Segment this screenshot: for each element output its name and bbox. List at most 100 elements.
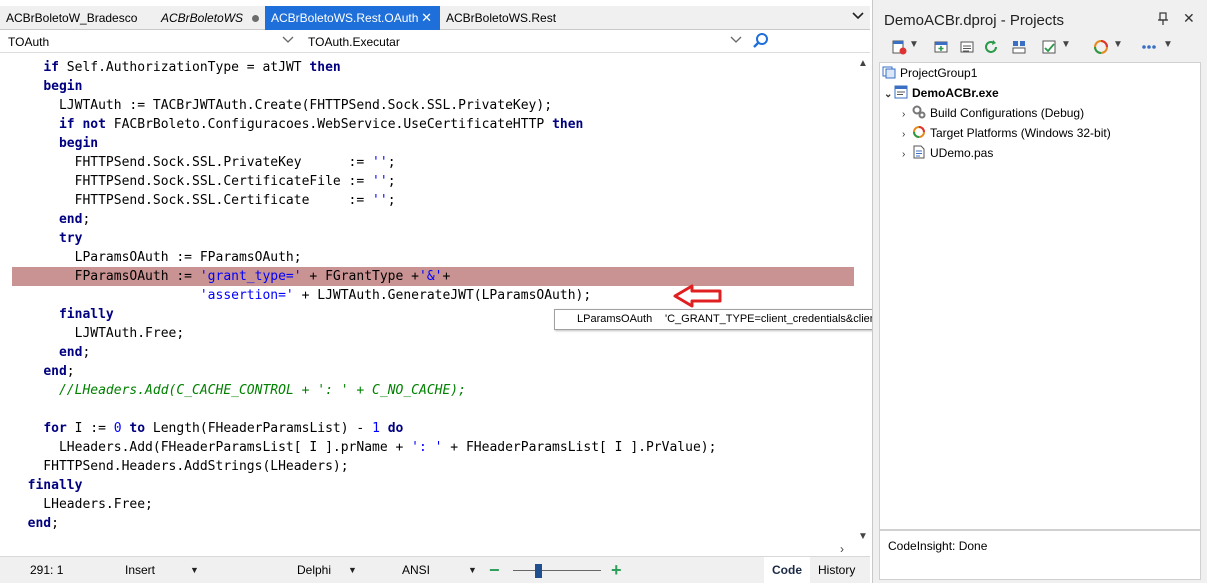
tree-node-project-group[interactable]: ProjectGroup1 — [882, 63, 977, 83]
tab-label: ACBrBoletoWS — [161, 11, 244, 25]
search-icon[interactable] — [752, 32, 772, 52]
project-manager-title: DemoACBr.dproj - Projects — [884, 12, 1065, 29]
mode-dropdown-icon[interactable]: ▼ — [190, 557, 199, 583]
code-line[interactable]: end; — [12, 343, 90, 362]
project-manager-pane: DemoACBr.dproj - Projects ✕ ▼ ▼ ▼ ▼ Proj… — [872, 0, 1207, 583]
gears-icon — [912, 105, 926, 119]
modified-dot-icon — [252, 15, 259, 22]
editor-tab-bar: ACBrBoletoW_Bradesco ACBrBoletoWS ACBrBo… — [0, 6, 870, 30]
code-line[interactable]: begin — [12, 134, 98, 153]
zoom-slider-thumb[interactable] — [534, 564, 542, 578]
collapse-chevron-icon[interactable]: › — [902, 145, 912, 165]
code-line[interactable]: FHTTPSend.Sock.SSL.PrivateKey := ''; — [12, 153, 396, 172]
tab-acbrboletows-rest[interactable]: ACBrBoletoWS.Rest — [440, 6, 570, 30]
code-line[interactable]: for I := 0 to Length(FHeaderParamsList) … — [12, 419, 403, 438]
code-line[interactable]: LHeaders.Free; — [12, 495, 153, 514]
tree-node-build-configurations[interactable]: › Build Configurations (Debug) — [902, 103, 1084, 123]
code-line[interactable]: FHTTPSend.Sock.SSL.Certificate := ''; — [12, 191, 396, 210]
code-line[interactable]: try — [12, 229, 82, 248]
method-selector-combo[interactable]: TOAuth.Executar — [300, 33, 748, 51]
sync-icon[interactable] — [1011, 39, 1027, 55]
cursor-position: 291: 1 — [30, 563, 64, 577]
pin-icon[interactable] — [1157, 12, 1169, 29]
code-line-highlighted[interactable]: FParamsOAuth := 'grant_type=' + FGrantTy… — [12, 267, 854, 286]
code-line[interactable]: if Self.AuthorizationType = atJWT then — [12, 58, 340, 77]
language-indicator[interactable]: Delphi — [297, 557, 331, 583]
code-line[interactable]: LJWTAuth := TACBrJWTAuth.Create(FHTTPSen… — [12, 96, 552, 115]
code-line[interactable]: end; — [12, 514, 59, 533]
collapse-chevron-icon[interactable]: › — [902, 125, 912, 145]
code-line[interactable]: if not FACBrBoleto.Configuracoes.WebServ… — [12, 115, 583, 134]
code-line[interactable]: end; — [12, 362, 74, 381]
tree-node-udemo-pas[interactable]: › UDemo.pas — [902, 143, 993, 163]
unit-file-icon — [913, 145, 925, 159]
scroll-right-icon[interactable]: › — [840, 542, 844, 556]
code-line[interactable]: LParamsOAuth := FParamsOAuth; — [12, 248, 302, 267]
tree-node-project-exe[interactable]: ⌄ DemoACBr.exe — [884, 83, 999, 103]
code-line[interactable]: end; — [12, 210, 90, 229]
tab-code[interactable]: Code — [764, 557, 810, 583]
code-line[interactable]: finally — [12, 476, 83, 495]
zoom-slider-track[interactable] — [513, 570, 601, 571]
tab-history[interactable]: History — [818, 557, 855, 583]
encoding-indicator[interactable]: ANSI — [402, 557, 430, 583]
insert-mode-indicator[interactable]: Insert — [125, 557, 155, 583]
target-platform-icon[interactable] — [1093, 39, 1109, 55]
tab-acbrboletows-rest-oauth[interactable]: ACBrBoletoWS.Rest.OAuth ✕ — [265, 6, 440, 30]
red-arrow-annotation-icon — [673, 284, 722, 308]
close-tab-icon[interactable]: ✕ — [421, 6, 432, 30]
tree-node-label: Target Platforms (Windows 32-bit) — [930, 126, 1111, 140]
activate-icon[interactable] — [891, 39, 907, 55]
code-editor-pane: ACBrBoletoW_Bradesco ACBrBoletoWS ACBrBo… — [0, 0, 1206, 583]
collapse-chevron-icon[interactable]: › — [902, 105, 912, 125]
zoom-in-icon[interactable]: + — [611, 557, 622, 583]
project-toolbar: ▼ ▼ ▼ ▼ — [883, 37, 1203, 59]
tooltip-variable-name: LParamsOAuth — [577, 313, 653, 325]
vertical-scrollbar[interactable]: ▲ ▼ — [856, 58, 868, 542]
code-line[interactable]: LJWTAuth.Free; — [12, 324, 185, 343]
view-list-icon[interactable] — [959, 39, 975, 55]
code-line[interactable]: LHeaders.Add(FHeaderParamsList[ I ].prNa… — [12, 438, 716, 457]
dropdown-icon[interactable]: ▼ — [1163, 39, 1173, 50]
tree-node-label: UDemo.pas — [930, 146, 994, 160]
class-selector-combo[interactable]: TOAuth — [0, 33, 300, 51]
tree-node-label: DemoACBr.exe — [912, 86, 999, 100]
close-icon[interactable]: ✕ — [1183, 10, 1195, 27]
tab-label: ACBrBoletoWS.Rest — [446, 11, 557, 25]
project-tree: ProjectGroup1 ⌄ DemoACBr.exe › Build Confi… — [879, 62, 1201, 530]
scroll-up-icon[interactable]: ▲ — [858, 58, 868, 69]
code-line[interactable]: finally — [12, 305, 114, 324]
project-exe-icon — [894, 85, 908, 99]
tab-acbrboletows[interactable]: ACBrBoletoWS — [155, 6, 265, 30]
encoding-dropdown-icon[interactable]: ▼ — [468, 557, 477, 583]
code-line[interactable]: //LHeaders.Add(C_CACHE_CONTROL + ': ' + … — [12, 381, 466, 400]
dropdown-icon[interactable]: ▼ — [1113, 39, 1123, 50]
code-line[interactable]: FHTTPSend.Sock.SSL.CertificateFile := ''… — [12, 172, 396, 191]
tree-node-label: ProjectGroup1 — [900, 66, 978, 80]
codeinsight-status-panel: CodeInsight: Done — [879, 530, 1201, 580]
tree-node-target-platforms[interactable]: › Target Platforms (Windows 32-bit) — [902, 123, 1111, 143]
method-selector-value: TOAuth.Executar — [308, 35, 400, 49]
build-icon[interactable] — [1041, 39, 1057, 55]
codeinsight-status: CodeInsight: Done — [888, 539, 988, 553]
code-line[interactable]: FHTTPSend.Headers.AddStrings(LHeaders); — [12, 457, 348, 476]
language-dropdown-icon[interactable]: ▼ — [348, 557, 357, 583]
refresh-icon[interactable] — [983, 39, 999, 55]
dropdown-icon[interactable]: ▼ — [1061, 39, 1071, 50]
editor-status-bar: 291: 1 Insert ▼ Delphi ▼ ANSI ▼ − + Code… — [0, 556, 870, 583]
tab-overflow-chevron-icon[interactable] — [852, 8, 864, 24]
tab-acbrboletow-bradesco[interactable]: ACBrBoletoW_Bradesco — [0, 6, 155, 30]
dropdown-icon[interactable]: ▼ — [909, 39, 919, 50]
more-options-icon[interactable] — [1141, 39, 1157, 55]
scroll-down-icon[interactable]: ▼ — [858, 531, 868, 542]
code-line[interactable]: 'assertion=' + LJWTAuth.GenerateJWT(LPar… — [12, 286, 591, 305]
code-line[interactable]: begin — [12, 77, 82, 96]
zoom-out-icon[interactable]: − — [489, 557, 500, 583]
target-platform-icon — [913, 126, 925, 138]
expand-chevron-icon[interactable]: ⌄ — [884, 85, 894, 105]
project-group-icon — [882, 66, 896, 79]
tab-label: ACBrBoletoW_Bradesco — [6, 11, 138, 25]
code-area[interactable]: if Self.AuthorizationType = atJWT then b… — [12, 58, 854, 540]
tab-label: ACBrBoletoWS.Rest.OAuth — [271, 11, 419, 25]
add-new-icon[interactable] — [933, 39, 949, 55]
